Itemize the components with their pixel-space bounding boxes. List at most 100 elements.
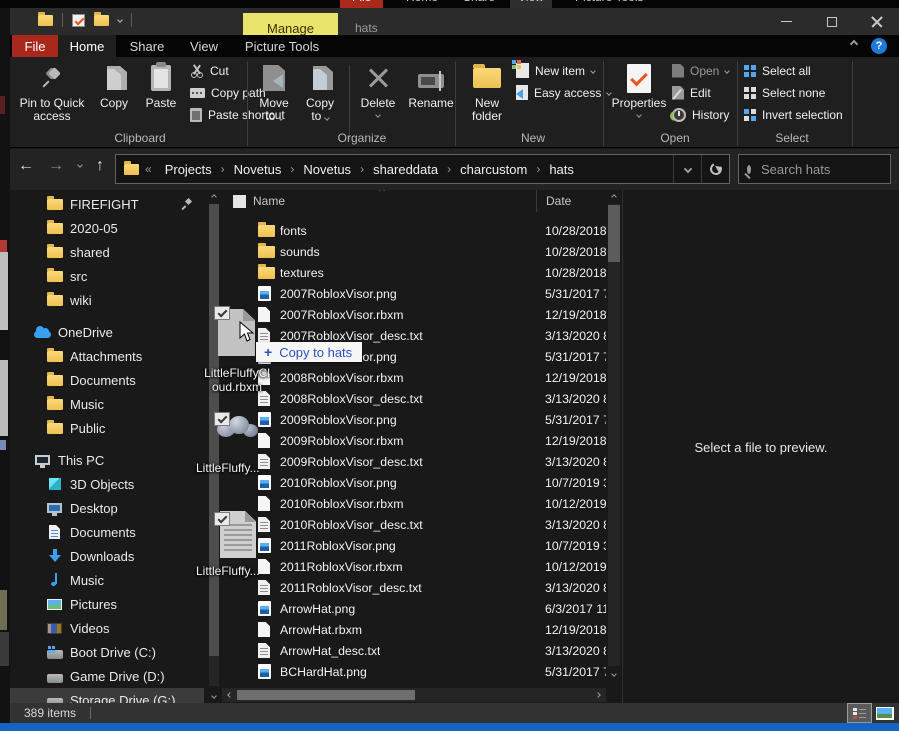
sidebar-item[interactable]: Attachments [10,344,204,368]
qat-customize-chevron-icon[interactable] [117,17,123,23]
breadcrumb-separator-icon[interactable]: › [527,162,549,176]
sidebar-item[interactable]: Public [10,416,204,440]
sidebar-scrollbar[interactable] [206,190,222,703]
file-list-scrollbar[interactable] [606,190,622,687]
file-row[interactable]: 2007RobloxVisor.png 5/31/2017 7 [222,283,606,304]
tab-share[interactable]: Share [116,35,178,57]
file-row[interactable]: 2009RobloxVisor.rbxm 12/19/2018 [222,430,606,451]
address-dropdown-button[interactable] [673,155,701,183]
copy-button[interactable]: Copy [92,60,136,130]
breadcrumb-overflow-indicator[interactable]: « [139,162,159,176]
scroll-down-arrow[interactable] [606,667,622,681]
sidebar-item[interactable]: src [10,264,204,288]
move-to-button[interactable]: Move to [252,60,296,130]
file-row[interactable]: 2007RobloxVisor.rbxm 12/19/2018 [222,304,606,325]
help-button[interactable]: ? [871,38,887,54]
delete-button[interactable]: Delete [354,60,402,130]
scrollbar-thumb[interactable] [237,690,415,700]
breadcrumb-segment[interactable]: Novetus › [303,162,373,177]
minimize-button[interactable] [764,8,809,35]
file-row[interactable]: BCHardHat.png 5/31/2017 7 [222,661,606,682]
sidebar-item[interactable]: Documents [10,368,204,392]
breadcrumb-segment[interactable]: charcustom › [460,162,549,177]
select-all-checkbox[interactable] [233,195,246,208]
sidebar-item[interactable]: Documents [10,520,204,544]
scrollbar-track[interactable] [608,204,620,666]
file-row[interactable]: 2011RobloxVisor.png 10/7/2019 3 [222,535,606,556]
new-item-button[interactable]: New item [516,62,611,79]
breadcrumb-separator-icon[interactable]: › [351,162,373,176]
column-header-name[interactable]: Name [253,194,285,208]
sidebar-item[interactable]: wiki [10,288,204,312]
breadcrumb-segment[interactable]: shareddata › [373,162,460,177]
address-breadcrumb-bar[interactable]: « Projects › Novetus › Novetus › sharedd… [115,154,730,184]
sidebar-item[interactable]: Downloads [10,544,204,568]
file-row[interactable]: 2011RobloxVisor_desc.txt 3/13/2020 8 [222,577,606,598]
scroll-up-arrow[interactable] [606,190,622,204]
refresh-button[interactable] [701,155,729,183]
sidebar-item[interactable]: Music [10,568,204,592]
scrollbar-thumb[interactable] [608,205,620,262]
sidebar-item[interactable]: Music [10,392,204,416]
file-row[interactable]: 2011RobloxVisor.rbxm 10/12/2019 [222,556,606,577]
sidebar-item[interactable]: Pictures [10,592,204,616]
large-icons-view-button[interactable] [872,703,897,723]
copy-to-button[interactable]: Copy to [298,60,342,130]
breadcrumb-separator-icon[interactable]: › [281,162,303,176]
breadcrumb-separator-icon[interactable]: › [438,162,460,176]
up-button[interactable]: ↑ [96,157,104,175]
column-divider[interactable] [536,190,537,212]
qat-properties-icon[interactable] [72,14,85,27]
file-row[interactable]: 2008RobloxVisor_desc.txt 3/13/2020 8 [222,388,606,409]
breadcrumb-segment[interactable]: Projects › [165,162,234,177]
history-button[interactable]: History [672,106,729,123]
file-row[interactable]: ArrowHat.rbxm 12/19/2018 [222,619,606,640]
file-row[interactable]: textures 10/28/2018 [222,262,606,283]
breadcrumb-separator-icon[interactable]: › [212,162,234,176]
search-box[interactable] [738,154,891,184]
file-row[interactable]: 2009RobloxVisor_desc.txt 3/13/2020 8 [222,451,606,472]
sidebar-item[interactable]: 2020-05 [10,216,204,240]
sidebar-item[interactable]: shared [10,240,204,264]
paste-button[interactable]: Paste [138,60,184,130]
sidebar-item[interactable]: Boot Drive (C:) [10,640,204,664]
file-row[interactable]: sounds 10/28/2018 [222,241,606,262]
tab-file[interactable]: File [12,35,58,57]
edit-button[interactable]: Edit [672,84,729,101]
open-button[interactable]: Open [672,62,729,79]
qat-new-folder-icon[interactable] [94,15,109,26]
invert-selection-button[interactable]: Invert selection [744,106,843,123]
easy-access-button[interactable]: Easy access [516,84,611,101]
details-view-button[interactable] [847,703,872,723]
maximize-button[interactable] [809,8,854,35]
file-row[interactable]: 2010RobloxVisor.rbxm 10/12/2019 [222,493,606,514]
sidebar-item[interactable]: OneDrive [10,320,204,344]
column-header-date[interactable]: Date [546,194,571,208]
breadcrumb-segment[interactable]: Novetus › [234,162,304,177]
sidebar-item[interactable]: Videos [10,616,204,640]
file-row[interactable]: ArrowHat.png 6/3/2017 11 [222,598,606,619]
forward-button[interactable]: → [48,157,64,175]
file-row[interactable]: 2010RobloxVisor_desc.txt 3/13/2020 8 [222,514,606,535]
select-all-button[interactable]: Select all [744,62,843,79]
file-row[interactable]: 2008RobloxVisor.rbxm 12/19/2018 [222,367,606,388]
sidebar-item[interactable]: This PC [10,448,204,472]
close-button[interactable] [854,8,899,35]
sidebar-item[interactable]: Desktop [10,496,204,520]
file-row[interactable]: 2010RobloxVisor.png 10/7/2019 3 [222,472,606,493]
sidebar-item[interactable]: 3D Objects [10,472,204,496]
select-none-button[interactable]: Select none [744,84,843,101]
sidebar-item[interactable]: Game Drive (D:) [10,664,204,688]
scroll-up-arrow[interactable] [206,190,222,204]
breadcrumb-segment[interactable]: hats › [549,162,574,177]
file-row[interactable]: fonts 10/28/2018 [222,220,606,241]
file-row[interactable]: ArrowHat_desc.txt 3/13/2020 8 [222,640,606,661]
tab-view[interactable]: View [178,35,230,57]
new-folder-button[interactable]: Newfolder [462,60,512,130]
scroll-left-arrow[interactable] [222,688,238,702]
search-input[interactable] [759,161,899,178]
tab-home[interactable]: Home [58,35,116,57]
tab-picture-tools[interactable]: Picture Tools [233,35,331,57]
scroll-right-arrow[interactable] [590,688,606,702]
recent-locations-chevron-icon[interactable] [77,162,83,168]
